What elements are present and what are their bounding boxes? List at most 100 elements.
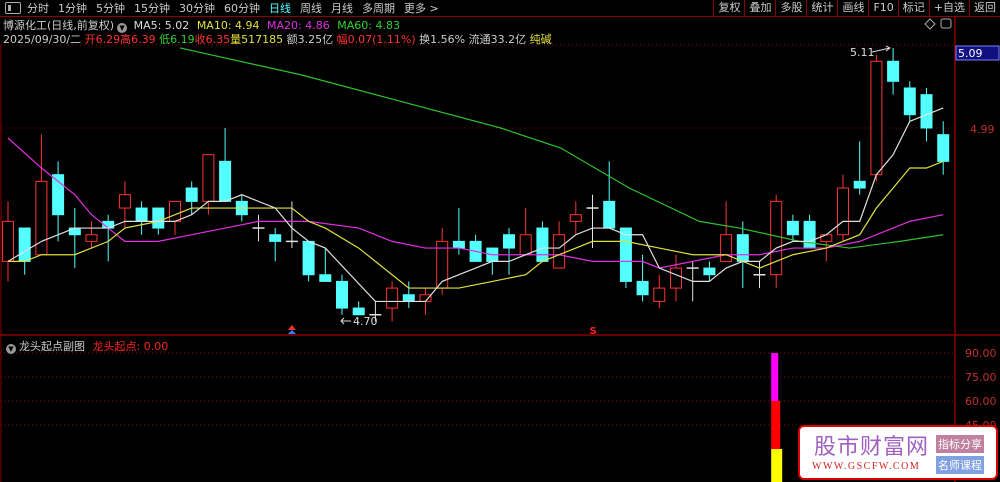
candle-body	[419, 294, 432, 302]
candle-body	[553, 234, 566, 269]
ma5-line	[7, 107, 944, 303]
candle-body	[519, 234, 532, 256]
candle-body	[336, 280, 348, 309]
candle-body	[736, 234, 749, 262]
candle-body	[18, 227, 31, 262]
candle-body	[903, 87, 916, 116]
ref-price-label: 4.99	[970, 123, 995, 136]
candle	[319, 248, 332, 282]
candle	[352, 301, 365, 316]
sub-tick-label: 75.00	[965, 371, 997, 384]
candle	[252, 214, 265, 242]
candle	[853, 141, 866, 195]
candle	[937, 121, 950, 175]
candle	[720, 201, 733, 262]
candle	[336, 274, 348, 315]
candle	[786, 214, 799, 242]
candle-body	[185, 187, 198, 202]
candle-body	[169, 200, 181, 222]
candle-body	[219, 160, 232, 202]
candle	[536, 221, 549, 262]
candle	[68, 208, 81, 269]
candle	[619, 227, 632, 289]
candle-body	[452, 240, 465, 249]
watermark-name: 股市财富网	[814, 435, 930, 460]
candle-body	[319, 274, 332, 282]
indicator-name: 龙头起点	[92, 340, 137, 353]
candle	[269, 228, 282, 262]
candle-body	[503, 234, 515, 249]
candle-body	[720, 234, 733, 262]
candle-body	[670, 267, 682, 289]
candle-body	[118, 194, 131, 209]
candle-body	[2, 220, 14, 262]
sell-signal: S	[590, 326, 597, 337]
chevron-down-icon[interactable]: ▼	[6, 344, 16, 354]
kline-chart[interactable]: 5.114.705.094.99S90.0075.0060.0045.00	[0, 0, 1000, 482]
ma60-line	[179, 47, 944, 249]
panel-toggle-icon	[940, 18, 952, 29]
candle	[219, 128, 232, 202]
current-price-label: 5.09	[958, 47, 983, 60]
candle	[135, 201, 148, 235]
candle-body	[603, 200, 616, 229]
candle-body	[703, 267, 716, 276]
candle	[653, 274, 666, 309]
badge-courses[interactable]: 名师课程	[936, 456, 984, 474]
ma10-line	[8, 160, 944, 289]
candle-body	[770, 200, 783, 276]
candle	[169, 200, 181, 235]
watermark-url: WWW.GSCFW.COM	[812, 461, 921, 472]
candle	[302, 240, 315, 282]
indicator-bar-segment	[771, 401, 781, 449]
indicator-value: : 0.00	[136, 340, 169, 353]
candle	[2, 201, 14, 282]
candle-body	[870, 60, 883, 176]
buy-arrow-icon	[287, 325, 296, 330]
candle-body	[653, 287, 666, 302]
candle	[887, 47, 900, 95]
candle	[903, 81, 916, 122]
candle-body	[837, 187, 849, 236]
candle-body	[302, 240, 315, 276]
candle	[519, 208, 532, 256]
candle-body	[920, 94, 933, 129]
candle	[870, 54, 883, 182]
candle	[35, 134, 48, 256]
diamond-icon	[924, 18, 936, 30]
candle	[85, 221, 98, 249]
buy-arrow-icon	[287, 330, 296, 334]
candle	[670, 254, 682, 302]
candle-body	[135, 207, 148, 222]
candle	[202, 154, 215, 215]
sub-tick-label: 90.00	[965, 347, 997, 360]
sub-chart-title: 龙头起点副图	[19, 340, 85, 353]
candle	[569, 201, 582, 235]
min-arrow-icon	[340, 317, 351, 325]
candle-body	[202, 154, 215, 202]
max-price-label: 5.11	[850, 46, 875, 59]
candle	[770, 194, 783, 289]
indicator-bar-segment	[771, 353, 779, 401]
candle-body	[619, 227, 632, 282]
max-arrow-icon	[871, 45, 891, 53]
candle-body	[937, 134, 950, 162]
min-price-label: 4.70	[353, 315, 378, 328]
candle	[753, 261, 766, 289]
candle-body	[636, 280, 649, 296]
sub-tick-label: 60.00	[965, 395, 997, 408]
candle	[837, 174, 849, 242]
candle-body	[803, 220, 816, 249]
candle-body	[536, 227, 549, 262]
badge-indicator-share[interactable]: 指标分享	[936, 435, 984, 453]
candle	[52, 161, 65, 242]
candle-body	[85, 234, 98, 242]
candle-body	[386, 287, 399, 309]
candle-body	[152, 207, 165, 229]
candle-body	[569, 214, 582, 222]
candle-body	[402, 294, 415, 302]
watermark-logo: 股市财富网 WWW.GSCFW.COM 指标分享 名师课程	[798, 425, 998, 480]
candle-body	[269, 234, 282, 242]
candle	[603, 161, 616, 229]
candle-body	[853, 180, 866, 189]
